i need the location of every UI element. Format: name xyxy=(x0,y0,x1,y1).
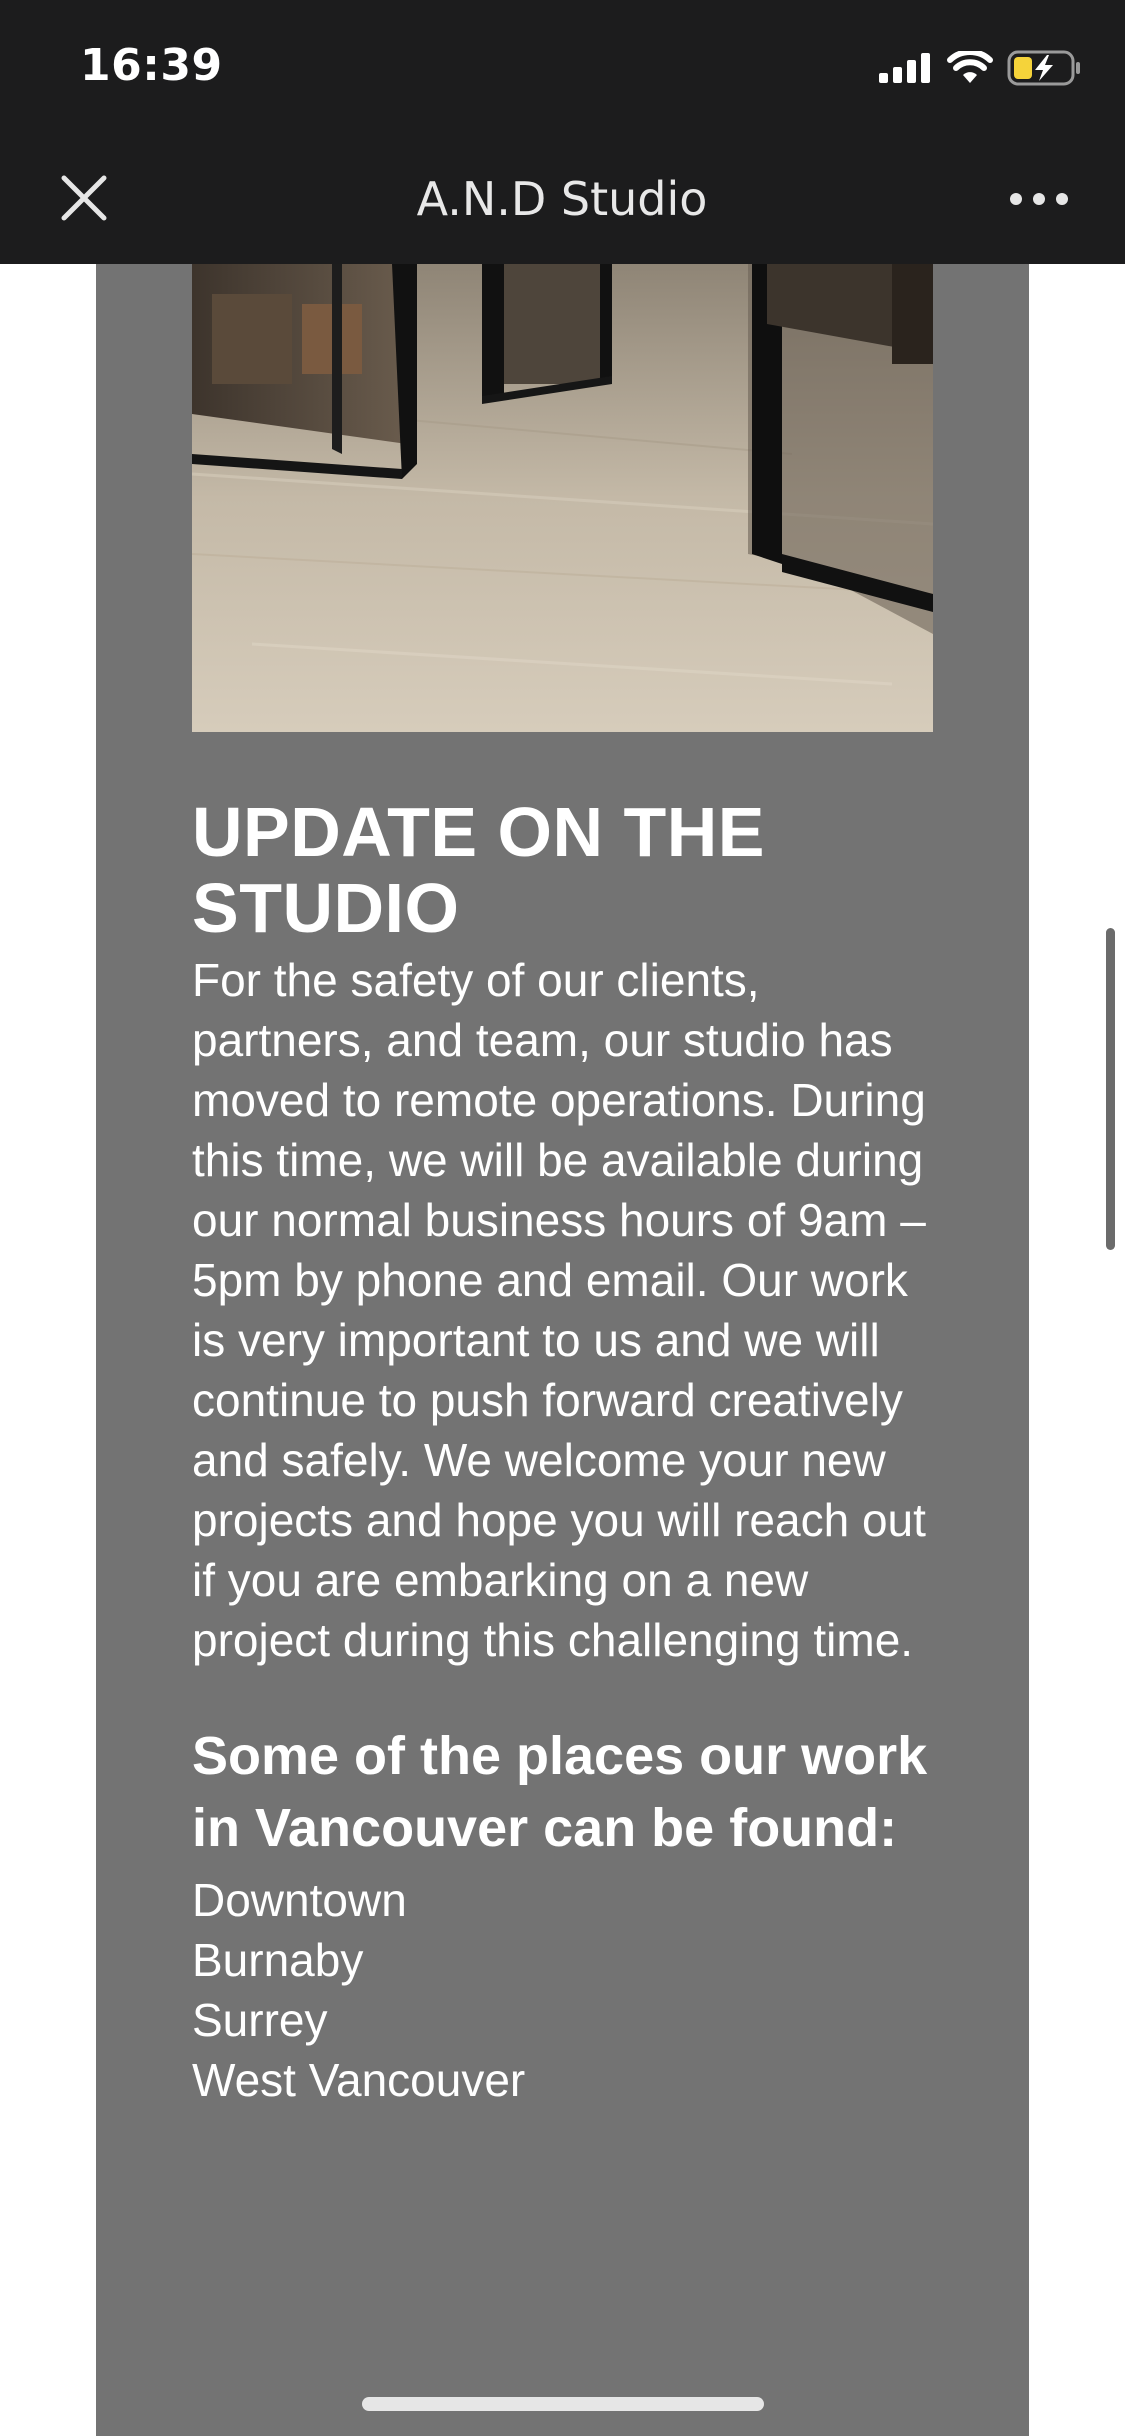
list-item: Burnaby xyxy=(192,1934,364,1986)
page-title: A.N.D Studio xyxy=(416,172,708,226)
list-item: West Vancouver xyxy=(192,2054,526,2106)
nav-bar: A.N.D Studio xyxy=(0,132,1125,264)
article: UPDATE ON THE STUDIO For the safety of o… xyxy=(192,794,952,2110)
article-body: For the safety of our clients, partners,… xyxy=(192,954,926,1666)
status-bar: 16:39 xyxy=(0,0,1125,132)
heading-line: UPDATE ON THE xyxy=(192,793,765,871)
heading-line: STUDIO xyxy=(192,869,460,947)
list-item: Downtown xyxy=(192,1874,407,1926)
home-indicator[interactable] xyxy=(362,2397,764,2411)
battery-charging-icon xyxy=(1007,50,1080,86)
more-icon[interactable] xyxy=(1009,192,1069,206)
article-heading: UPDATE ON THE STUDIO xyxy=(192,794,952,946)
places-list: Downtown Burnaby Surrey West Vancouver xyxy=(192,1870,952,2110)
content-card: UPDATE ON THE STUDIO For the safety of o… xyxy=(96,264,1029,2436)
wifi-icon xyxy=(947,51,993,83)
close-icon[interactable] xyxy=(60,174,108,222)
battery-level xyxy=(1014,57,1032,79)
places-heading: Some of the places our work in Vancouver… xyxy=(192,1726,928,1858)
status-time: 16:39 xyxy=(80,40,223,91)
status-icons xyxy=(879,48,1081,88)
cellular-signal-icon xyxy=(879,53,930,83)
scrollbar[interactable] xyxy=(1106,928,1115,1250)
list-item: Surrey xyxy=(192,1994,328,2046)
studio-photo xyxy=(192,264,933,732)
